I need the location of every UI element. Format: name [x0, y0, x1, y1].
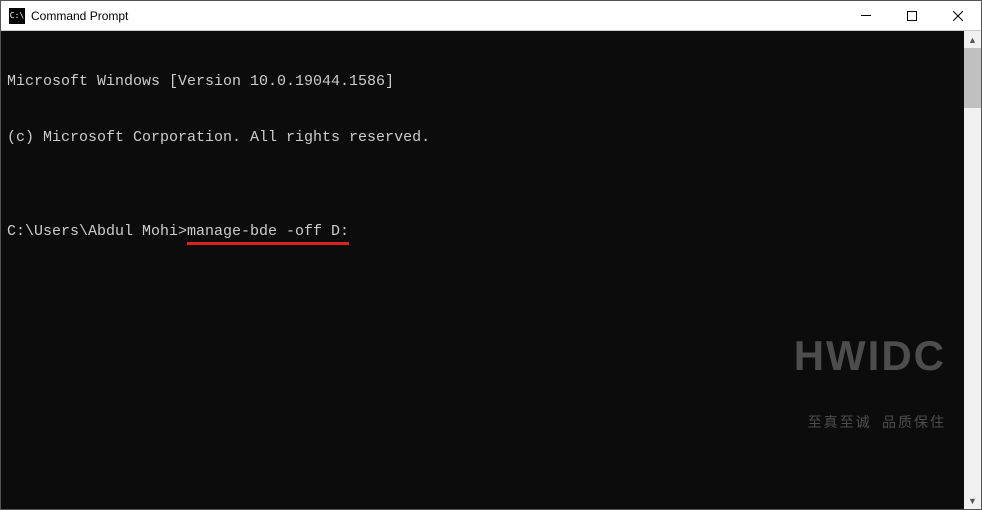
window-controls	[843, 1, 981, 30]
minimize-icon	[861, 15, 871, 16]
scrollbar-up-button[interactable]: ▲	[964, 31, 981, 48]
content-area: Microsoft Windows [Version 10.0.19044.15…	[1, 31, 981, 509]
command-text: manage-bde -off D:	[187, 223, 349, 242]
prompt-text: C:\Users\Abdul Mohi>	[7, 223, 187, 242]
watermark-sub: 至真至诚 品质保住	[794, 416, 946, 434]
terminal-line: (c) Microsoft Corporation. All rights re…	[7, 129, 958, 148]
close-button[interactable]	[935, 1, 981, 30]
command-prompt-window: C:\ Command Prompt Microsoft Windows [Ve…	[0, 0, 982, 510]
scrollbar-thumb[interactable]	[964, 48, 981, 108]
terminal-prompt-line: C:\Users\Abdul Mohi>manage-bde -off D:	[7, 223, 958, 242]
scrollbar-track[interactable]	[964, 108, 981, 492]
maximize-button[interactable]	[889, 1, 935, 30]
minimize-button[interactable]	[843, 1, 889, 30]
window-title: Command Prompt	[31, 9, 843, 23]
maximize-icon	[907, 11, 917, 21]
close-icon	[953, 11, 963, 21]
app-icon: C:\	[9, 8, 25, 24]
watermark: HWIDC 至真至诚 品质保住	[794, 293, 946, 472]
terminal-line: Microsoft Windows [Version 10.0.19044.15…	[7, 73, 958, 92]
scrollbar-down-button[interactable]: ▼	[964, 492, 981, 509]
titlebar[interactable]: C:\ Command Prompt	[1, 1, 981, 31]
watermark-main: HWIDC	[794, 330, 946, 383]
vertical-scrollbar[interactable]: ▲ ▼	[964, 31, 981, 509]
terminal-output[interactable]: Microsoft Windows [Version 10.0.19044.15…	[1, 31, 964, 509]
